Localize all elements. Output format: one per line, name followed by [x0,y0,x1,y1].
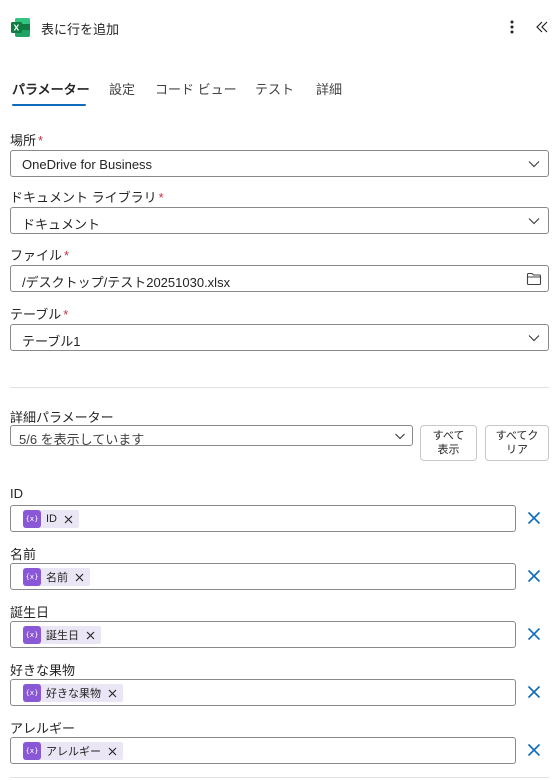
column-input-favorite-fruit[interactable]: {x} 好きな果物 [10,679,516,706]
tab-details[interactable]: 詳細 [316,79,342,98]
column-input-allergy[interactable]: {x} アレルギー [10,737,516,764]
token-label: アレルギー [46,746,101,758]
chevron-down-icon [528,161,540,168]
column-input-birthday[interactable]: {x} 誕生日 [10,621,516,648]
tab-code-view[interactable]: コード ビュー [155,79,237,98]
header: 表に行を追加 [0,0,556,56]
chevron-down-icon [528,218,540,225]
delete-icon[interactable] [526,684,542,700]
column-input-name[interactable]: {x} 名前 [10,563,516,590]
variable-icon: {x} [23,684,41,702]
tab-parameters[interactable]: パラメーター [12,79,90,98]
remove-token-icon[interactable] [64,515,73,524]
dynamic-token[interactable]: {x} 名前 [23,568,90,586]
clear-all-button[interactable]: すべてク リア [485,425,549,461]
library-dropdown[interactable]: ドキュメント [10,207,549,234]
page-title: 表に行を追加 [41,22,120,37]
chevron-down-icon [395,433,405,440]
advanced-parameters-dropdown[interactable]: 5/6 を表示しています [10,425,413,447]
section-divider [10,387,549,388]
column-label-birthday: 誕生日 [10,605,50,620]
location-dropdown[interactable]: OneDrive for Business [10,150,549,177]
advanced-parameters-value: 5/6 を表示しています [19,432,145,447]
token-label: 誕生日 [46,630,79,642]
token-label: 好きな果物 [46,688,101,700]
location-value: OneDrive for Business [22,157,153,172]
excel-icon [11,18,30,37]
token-label: 名前 [46,572,68,584]
dynamic-token[interactable]: {x} 誕生日 [23,626,101,644]
remove-token-icon[interactable] [108,689,117,698]
location-label: 場所 * [10,133,44,148]
show-all-button[interactable]: すべて 表示 [420,425,477,461]
library-label: ドキュメント ライブラリ * [10,190,164,205]
tab-bar: パラメーター 設定 コード ビュー テスト 詳細 [0,72,556,112]
folder-icon[interactable] [526,272,542,286]
column-label-allergy: アレルギー [10,721,76,736]
remove-token-icon[interactable] [108,747,117,756]
advanced-parameters-label: 詳細パラメーター [10,410,114,425]
more-options-button[interactable] [503,17,521,37]
column-input-id[interactable]: {x} ID [10,505,516,532]
column-label-id: ID [10,486,23,501]
dynamic-token[interactable]: {x} アレルギー [23,742,123,760]
variable-icon: {x} [23,510,41,528]
delete-icon[interactable] [526,742,542,758]
remove-token-icon[interactable] [86,631,95,640]
remove-token-icon[interactable] [75,573,84,582]
variable-icon: {x} [23,568,41,586]
dynamic-token[interactable]: {x} ID [23,510,79,528]
delete-icon[interactable] [526,568,542,584]
active-tab-indicator [12,104,86,106]
more-vertical-icon [510,20,514,34]
delete-icon[interactable] [526,510,542,526]
dynamic-token[interactable]: {x} 好きな果物 [23,684,123,702]
column-label-name: 名前 [10,547,37,562]
chevron-down-icon [528,335,540,342]
double-chevron-left-icon [536,21,548,33]
table-label: テーブル * [10,307,69,322]
library-value: ドキュメント [22,217,101,232]
delete-icon[interactable] [526,626,542,642]
variable-icon: {x} [23,626,41,644]
table-value: テーブル1 [22,334,81,349]
file-picker[interactable]: /デスクトップ/テスト20251030.xlsx [10,265,549,292]
bottom-divider [10,777,549,778]
table-dropdown[interactable]: テーブル1 [10,324,549,351]
column-label-favorite-fruit: 好きな果物 [10,663,76,678]
show-all-label: すべて 表示 [432,430,465,456]
variable-icon: {x} [23,742,41,760]
tab-test[interactable]: テスト [255,79,294,98]
token-label: ID [46,513,57,525]
file-label: ファイル * [10,248,70,263]
clear-all-label: すべてク リア [495,430,539,456]
collapse-panel-button[interactable] [533,17,551,37]
tab-settings[interactable]: 設定 [109,79,135,98]
file-value: /デスクトップ/テスト20251030.xlsx [22,275,231,290]
